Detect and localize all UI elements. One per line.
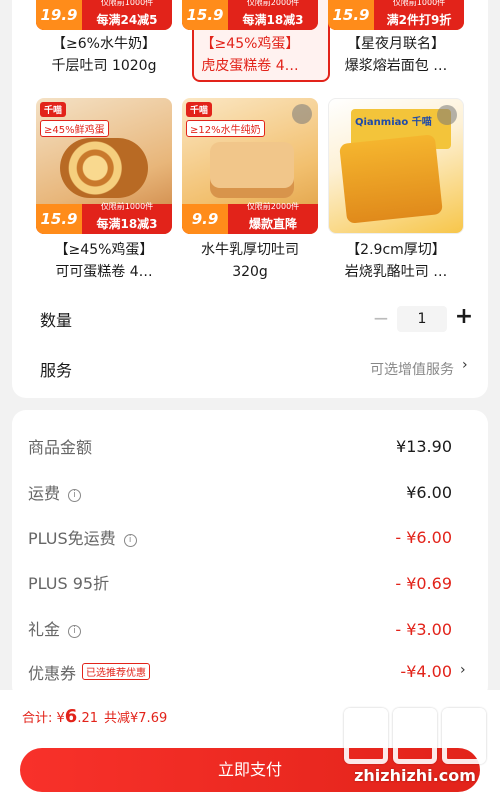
product-subtitle: 虎皮蛋糕卷 4…	[201, 58, 299, 74]
coupon-label: 优惠券	[28, 664, 77, 683]
gift-money-label: 礼金	[28, 620, 61, 639]
watermark-glyph	[442, 708, 486, 764]
watermark-glyph	[393, 708, 437, 764]
promo-text: 每满24减5	[96, 13, 158, 27]
price-tag: 15.9	[328, 0, 374, 30]
gift-money-row: 礼金 i	[28, 616, 82, 640]
total-prefix: 合计: ¥	[22, 711, 65, 726]
product-title: 水牛乳厚切吐司	[201, 242, 299, 258]
service-value[interactable]: 可选增值服务	[370, 359, 454, 379]
service-label: 服务	[40, 361, 73, 380]
price-summary-panel: 商品金额 ¥13.90 运费 i ¥6.00 PLUS免运费 i - ¥6.00 P…	[12, 410, 488, 700]
zoom-icon[interactable]	[437, 105, 457, 125]
product-subtitle: 爆浆熔岩面包 …	[344, 58, 448, 74]
promo-limit: 仅限前1000件	[392, 0, 446, 7]
info-icon[interactable]: i	[123, 534, 137, 547]
site-watermark: zhizhizhi.com	[340, 700, 490, 796]
chevron-right-icon[interactable]: ›	[460, 662, 466, 678]
price-tag: 15.9	[36, 204, 82, 234]
info-icon[interactable]: i	[68, 489, 82, 502]
price-tag: 19.9	[36, 0, 82, 30]
coupon-row[interactable]: 优惠券 已选推荐优惠	[28, 660, 151, 684]
quantity-input[interactable]: 1	[397, 306, 447, 332]
bread-graphic	[210, 142, 294, 198]
brand-tag: 千喵	[186, 102, 213, 117]
promo-limit: 仅限前2000件	[246, 0, 300, 7]
promo-limit: 仅限前2000件	[246, 202, 300, 211]
product-subtitle: 可可蛋糕卷 4…	[55, 264, 153, 280]
ingredient-badge: ≥12%水牛纯奶	[186, 120, 265, 137]
plus-free-shipping-row: PLUS免运费 i	[28, 525, 137, 549]
price-band: 19.9 仅限前1000件每满24减5	[36, 0, 172, 30]
gift-money-value: - ¥3.00	[395, 620, 452, 639]
product-image: Qianmiao 千喵	[328, 98, 464, 234]
total-summary: 合计: ¥6.21 共减¥7.69	[22, 706, 167, 727]
chevron-right-icon[interactable]: ›	[462, 357, 468, 373]
watermark-glyph	[344, 708, 388, 764]
ingredient-badge: ≥45%鲜鸡蛋	[40, 120, 109, 137]
price-band: 9.9 仅限前2000件爆款直降	[182, 202, 318, 234]
total-decimal: .21	[77, 711, 99, 726]
shipping-row: 运费 i	[28, 480, 82, 504]
quantity-label: 数量	[40, 311, 73, 330]
product-subtitle: 320g	[232, 264, 268, 280]
product-title: 【≥45%鸡蛋】	[200, 36, 300, 52]
promo-limit: 仅限前1000件	[100, 0, 154, 7]
price-band: 15.9 仅限前1000件每满18减3	[36, 202, 172, 234]
promo-text: 每满18减3	[96, 217, 158, 231]
brand-tag: 千喵	[40, 102, 67, 117]
total-integer: 6	[64, 706, 78, 727]
price-tag: 15.9	[182, 0, 228, 30]
product-image: 15.9 仅限前2000件每满18减3	[182, 0, 318, 30]
product-image: 15.9 仅限前1000件满2件打9折	[328, 0, 464, 30]
promo-limit: 仅限前1000件	[100, 202, 154, 211]
coupon-value[interactable]: -¥4.00	[400, 662, 452, 681]
price-tag: 9.9	[182, 204, 228, 234]
info-icon[interactable]: i	[68, 625, 82, 638]
plus-free-shipping-value: - ¥6.00	[395, 528, 452, 547]
plus-free-shipping-label: PLUS免运费	[28, 529, 116, 548]
shipping-value: ¥6.00	[406, 483, 452, 502]
plus-discount-label: PLUS 95折	[28, 574, 110, 593]
product-subtitle: 岩烧乳酪吐司 …	[344, 264, 448, 280]
quantity-decrease-button[interactable]: −	[372, 306, 390, 330]
shipping-label: 运费	[28, 484, 61, 503]
cake-roll-graphic	[60, 138, 148, 198]
product-image: 千喵 ≥45%鲜鸡蛋 15.9 仅限前1000件每满18减3	[36, 98, 172, 234]
product-title: 【≥6%水牛奶】	[52, 36, 156, 52]
price-band: 15.9 仅限前1000件满2件打9折	[328, 0, 464, 30]
toast-graphic	[339, 134, 443, 224]
goods-amount-label: 商品金额	[28, 438, 93, 457]
total-saved: 共减¥7.69	[104, 711, 168, 726]
watermark-text: zhizhizhi.com	[354, 766, 476, 785]
product-title: 【≥45%鸡蛋】	[54, 242, 154, 258]
promo-text: 爆款直降	[248, 217, 297, 231]
coupon-tag: 已选推荐优惠	[82, 663, 151, 680]
quantity-increase-button[interactable]: +	[454, 304, 474, 330]
promo-text: 每满18减3	[242, 13, 304, 27]
promo-text: 满2件打9折	[386, 13, 452, 27]
product-subtitle: 千层吐司 1020g	[51, 58, 157, 74]
plus-discount-value: - ¥0.69	[395, 574, 452, 593]
goods-amount-value: ¥13.90	[396, 437, 452, 456]
product-image: 19.9 仅限前1000件每满24减5	[36, 0, 172, 30]
zoom-icon[interactable]	[292, 104, 312, 124]
product-title: 【2.9cm厚切】	[346, 242, 446, 258]
product-options-panel: 19.9 仅限前1000件 每满24减5 【≥6%水牛奶】 千层吐司 1020g …	[12, 0, 488, 398]
price-band: 15.9 仅限前2000件每满18减3	[182, 0, 318, 30]
product-image: 千喵 ≥12%水牛纯奶 9.9 仅限前2000件爆款直降	[182, 98, 318, 234]
product-title: 【星夜月联名】	[347, 36, 445, 52]
